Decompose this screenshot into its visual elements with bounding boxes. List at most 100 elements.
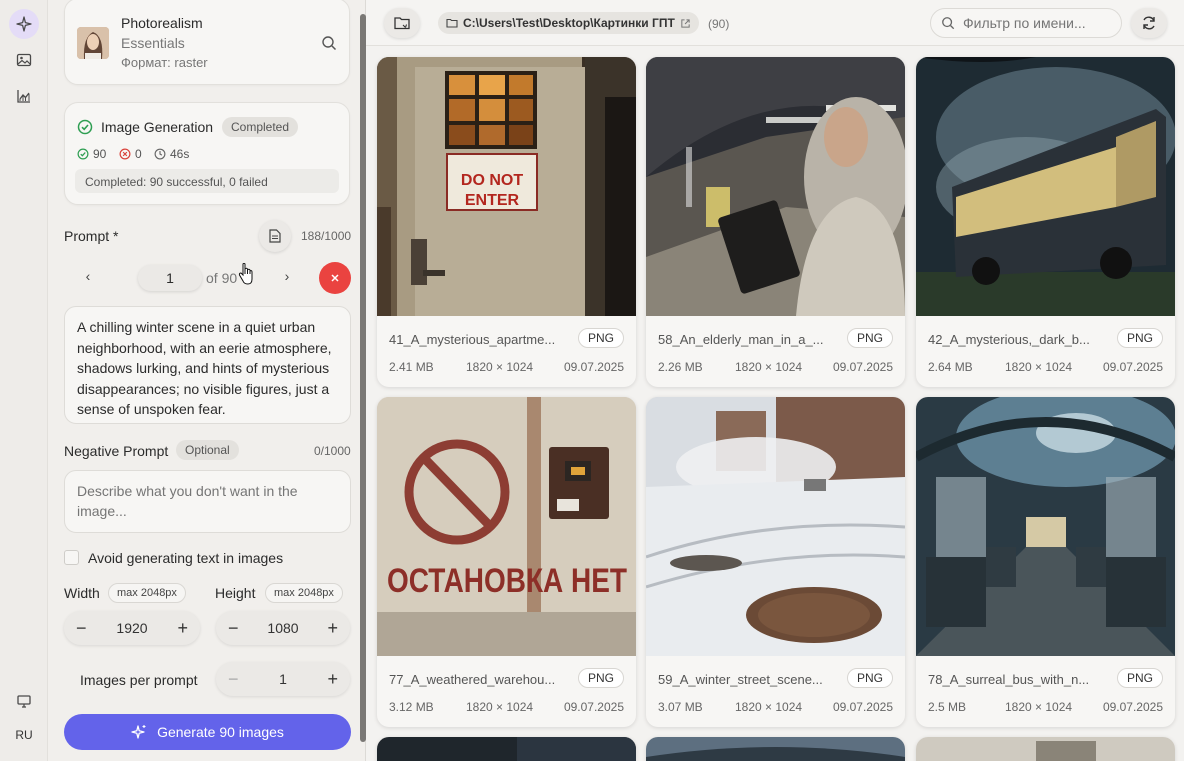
image-card[interactable]: 78_A_surreal_bus_with_n... PNG 2.5 MB 18… (916, 397, 1175, 727)
prompt-char-count: 188/1000 (301, 229, 352, 243)
image-date: 09.07.2025 (832, 360, 893, 374)
image-filename: 77_A_weathered_warehou... (389, 672, 556, 687)
image-filename: 42_A_mysterious,_dark_b... (928, 332, 1090, 347)
format-badge: PNG (846, 328, 893, 348)
image-sign-text: ОСТАНОВКА НЕТ (387, 562, 627, 600)
sparkles-icon[interactable] (9, 9, 39, 39)
gallery-toolbar: C:\Users\Test\Desktop\Картинки ГПТ (90) (366, 0, 1184, 46)
image-card[interactable]: DO NOT ENTER 41_A_mysterious_apartme... P… (377, 57, 636, 387)
image-card[interactable] (377, 737, 636, 761)
job-summary: Completed: 90 successful, 0 failed (75, 169, 339, 193)
model-card[interactable]: Photorealism Essentials Формат: raster (64, 0, 350, 85)
images-per-prompt-stepper[interactable]: − 1 + (216, 662, 350, 696)
chevron-left-icon: ‹ (85, 268, 91, 284)
image-thumbnail[interactable]: DO NOT ENTER (377, 57, 636, 316)
minus-icon[interactable]: − (228, 618, 239, 639)
plus-icon[interactable]: + (327, 669, 338, 690)
height-value[interactable]: 1080 (239, 620, 328, 636)
check-circle-small-icon (77, 148, 89, 160)
filter-input[interactable] (963, 15, 1113, 31)
prompt-textarea[interactable]: A chilling winter scene in a quiet urban… (64, 306, 351, 424)
minus-icon[interactable]: − (76, 618, 87, 639)
avoid-text-label: Avoid generating text in images (88, 550, 284, 566)
height-label: Height (215, 585, 256, 601)
images-per-prompt-value[interactable]: 1 (239, 671, 328, 687)
image-card[interactable]: ОСТАНОВКА НЕТ 77_A_weathered_warehou... … (377, 397, 636, 727)
search-icon[interactable] (321, 35, 337, 56)
image-thumbnail[interactable] (646, 737, 905, 761)
image-card[interactable]: 59_A_winter_street_scene... PNG 3.07 MB … (646, 397, 905, 727)
format-badge: PNG (1116, 668, 1163, 688)
format-badge: PNG (577, 328, 624, 348)
close-icon (331, 274, 339, 282)
image-thumbnail[interactable]: ОСТАНОВКА НЕТ (377, 397, 636, 656)
folder-path-chip[interactable]: C:\Users\Test\Desktop\Картинки ГПТ (438, 12, 699, 34)
image-filename: 41_A_mysterious_apartme... (389, 332, 556, 347)
image-icon[interactable] (9, 45, 39, 75)
language-toggle[interactable]: RU (0, 728, 48, 742)
model-name: Photorealism (121, 15, 203, 31)
prompt-page-input[interactable]: 1 (138, 265, 202, 291)
image-date: 09.07.2025 (1102, 360, 1163, 374)
chart-icon[interactable] (9, 81, 39, 111)
refresh-icon (1143, 16, 1155, 30)
success-count: 90 (77, 147, 106, 161)
refresh-button[interactable] (1131, 8, 1167, 38)
next-prompt-button[interactable]: › (277, 268, 297, 288)
generate-button[interactable]: Generate 90 images (64, 714, 351, 750)
image-size: 3.12 MB (389, 700, 434, 714)
monitor-icon[interactable] (9, 686, 39, 716)
width-stepper[interactable]: − 1920 + (64, 611, 200, 645)
height-stepper[interactable]: − 1080 + (216, 611, 350, 645)
width-max-badge: max 2048px (108, 583, 186, 603)
image-size: 2.41 MB (389, 360, 434, 374)
prev-prompt-button[interactable]: ‹ (78, 268, 98, 288)
image-date: 09.07.2025 (563, 700, 624, 714)
folder-small-icon (446, 18, 458, 28)
format-badge: PNG (846, 668, 893, 688)
image-count: (90) (708, 17, 730, 31)
image-dimensions: 1820 × 1024 (735, 360, 803, 374)
image-dimensions: 1820 × 1024 (1005, 700, 1073, 714)
avoid-text-checkbox[interactable] (64, 550, 79, 565)
image-card[interactable] (916, 737, 1175, 761)
folder-icon (394, 17, 410, 30)
filter-search-field[interactable] (930, 8, 1122, 38)
plus-icon[interactable]: + (327, 618, 338, 639)
status-badge: Completed (222, 117, 299, 137)
image-thumbnail[interactable] (646, 57, 905, 316)
prompt-page-total: of 90 (206, 270, 238, 286)
generation-panel: Photorealism Essentials Формат: raster I… (48, 0, 366, 761)
delete-prompt-button[interactable] (319, 262, 351, 294)
job-title: Image Generation (101, 119, 214, 135)
model-thumbnail (77, 27, 109, 59)
external-link-icon[interactable] (680, 18, 691, 29)
image-filename: 58_An_elderly_man_in_a_... (658, 332, 824, 347)
image-card[interactable] (646, 737, 905, 761)
image-card[interactable]: 58_An_elderly_man_in_a_... PNG 2.26 MB 1… (646, 57, 905, 387)
image-thumbnail[interactable] (916, 737, 1175, 761)
image-card[interactable]: 42_A_mysterious,_dark_b... PNG 2.64 MB 1… (916, 57, 1175, 387)
image-thumbnail[interactable] (646, 397, 905, 656)
x-circle-icon (119, 148, 131, 160)
image-thumbnail[interactable] (916, 57, 1175, 316)
open-folder-button[interactable] (384, 8, 420, 38)
plus-icon[interactable]: + (177, 618, 188, 639)
negative-prompt-label: Negative Prompt (64, 443, 169, 459)
image-date: 09.07.2025 (563, 360, 624, 374)
width-value[interactable]: 1920 (87, 620, 178, 636)
failed-count: 0 (119, 147, 142, 161)
folder-path: C:\Users\Test\Desktop\Картинки ГПТ (463, 16, 675, 30)
image-dimensions: 1820 × 1024 (1005, 360, 1073, 374)
negative-prompt-textarea[interactable] (64, 470, 351, 533)
image-thumbnail[interactable] (377, 737, 636, 761)
image-filename: 78_A_surreal_bus_with_n... (928, 672, 1090, 687)
image-thumbnail[interactable] (916, 397, 1175, 656)
images-per-prompt-label: Images per prompt (80, 672, 198, 688)
search-icon (942, 17, 955, 30)
image-size: 2.5 MB (928, 700, 967, 714)
gallery-area: C:\Users\Test\Desktop\Картинки ГПТ (90) … (366, 0, 1184, 761)
image-dimensions: 1820 × 1024 (466, 700, 534, 714)
minus-icon[interactable]: − (228, 669, 239, 690)
document-icon[interactable] (259, 220, 291, 252)
